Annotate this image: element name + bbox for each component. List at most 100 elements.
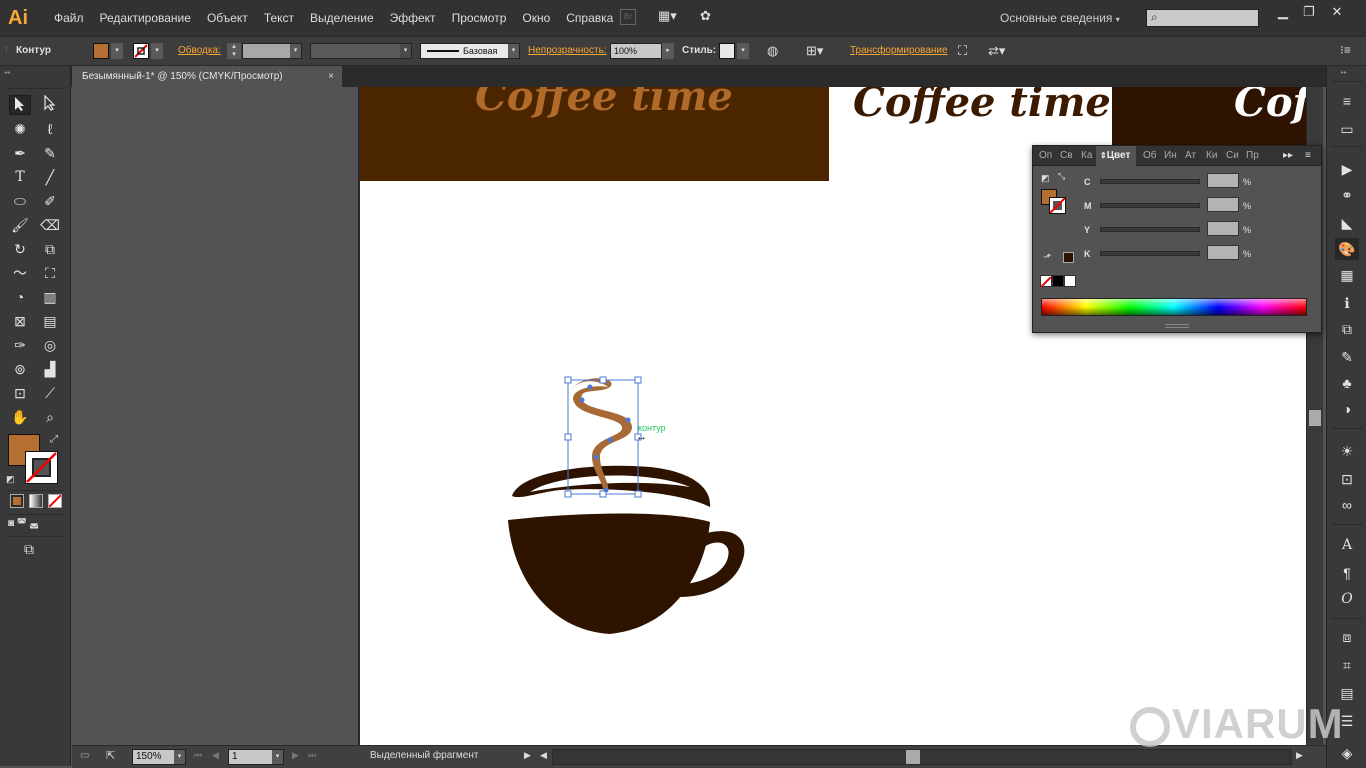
panel-grip-icon[interactable]: ◂◂: [4, 69, 66, 76]
document-tab[interactable]: Безымянный-1* @ 150% (CMYK/Просмотр) ×: [72, 66, 342, 87]
zoom-field[interactable]: 150% ▾: [132, 749, 186, 765]
symbol-sprayer-tool-icon[interactable]: ⊚: [9, 359, 31, 379]
stroke-weight-stepper[interactable]: ▴ ▾: [227, 43, 241, 59]
last-artboard-icon[interactable]: ⏭: [308, 750, 316, 761]
screen-mode-icon[interactable]: ⧉: [24, 541, 34, 558]
maximize-button[interactable]: ❐: [1296, 2, 1322, 22]
workspace-switcher[interactable]: Основные сведения ▾: [1000, 0, 1120, 36]
menu-edit[interactable]: Редактирование: [92, 0, 199, 36]
channel-k-input[interactable]: [1207, 245, 1239, 260]
scroll-left-arrow[interactable]: ◀: [540, 750, 547, 761]
next-artboard-icon[interactable]: ▶: [292, 750, 299, 761]
tab-brushes[interactable]: Ки: [1206, 146, 1217, 166]
banner-dark-brown[interactable]: Coffee time: [360, 87, 829, 181]
column-graph-tool-icon[interactable]: ▟: [39, 359, 61, 379]
opacity-panel-link[interactable]: Непрозрачность:: [528, 45, 607, 56]
menu-effect[interactable]: Эффект: [382, 0, 444, 36]
menu-object[interactable]: Объект: [199, 0, 256, 36]
graphic-styles-icon[interactable]: ◑: [1335, 398, 1359, 420]
recolor-artwork-icon[interactable]: ◍: [767, 43, 778, 59]
tab-info[interactable]: Ин: [1164, 146, 1177, 166]
brushes-panel-icon[interactable]: ✎: [1335, 346, 1359, 368]
eyedropper-tool-icon[interactable]: ✑: [9, 335, 31, 355]
swap-icon[interactable]: ⤡: [1058, 171, 1065, 182]
free-transform-tool-icon[interactable]: ⛶: [39, 263, 61, 283]
style-dropdown-arrow[interactable]: ▾: [737, 43, 749, 59]
tab-attributes[interactable]: Ат: [1185, 146, 1196, 166]
default-colors-icon[interactable]: ◩: [6, 474, 15, 485]
menu-select[interactable]: Выделение: [302, 0, 382, 36]
isolate-icon[interactable]: ⛶: [958, 43, 967, 59]
white-swatch[interactable]: [1064, 275, 1076, 287]
horizontal-scrollbar[interactable]: [552, 749, 1292, 765]
perspective-grid-tool-icon[interactable]: ▥: [39, 287, 61, 307]
menu-file[interactable]: Файл: [46, 0, 92, 36]
transform-panel-icon[interactable]: ⊡: [1335, 468, 1359, 490]
document-info-icon[interactable]: ℹ: [1335, 292, 1359, 314]
shaper-tool-icon[interactable]: ✐: [39, 191, 61, 211]
tab-transparency[interactable]: Пр: [1246, 146, 1259, 166]
vertical-scroll-thumb[interactable]: [1309, 410, 1321, 426]
eraser-tool-icon[interactable]: ⌫: [39, 215, 61, 235]
horizontal-scroll-thumb[interactable]: [906, 750, 920, 764]
appearance-panel-icon[interactable]: ☀: [1335, 440, 1359, 462]
color-spectrum-ramp[interactable]: [1041, 298, 1307, 316]
links-panel-icon[interactable]: ⚭: [1335, 184, 1359, 206]
opacity-field[interactable]: 100%: [610, 43, 662, 59]
tab-swatches[interactable]: Ка: [1081, 146, 1092, 166]
share-icon[interactable]: ▭: [80, 750, 89, 761]
out-of-gamut-icon[interactable]: ⬏: [1043, 252, 1051, 263]
gradient-mode-icon[interactable]: [29, 494, 43, 508]
gradient-panel-icon[interactable]: ▭: [1335, 118, 1359, 140]
channel-k-slider[interactable]: [1100, 251, 1200, 256]
channel-m-slider[interactable]: [1100, 203, 1200, 208]
paragraph-panel-icon[interactable]: ¶: [1335, 562, 1359, 584]
magic-wand-tool-icon[interactable]: ✺: [9, 119, 31, 139]
prev-artboard-icon[interactable]: ◀: [212, 750, 219, 761]
none-swatch[interactable]: [1040, 275, 1052, 288]
align-panel-icon[interactable]: ⌗: [1335, 654, 1359, 676]
stroke-swatch[interactable]: [133, 43, 149, 59]
tab-symbols[interactable]: Си: [1226, 146, 1239, 166]
tab-opacity[interactable]: Оп: [1039, 146, 1052, 166]
tab-appearance[interactable]: Об: [1143, 146, 1157, 166]
opentype-panel-icon[interactable]: O: [1335, 588, 1359, 610]
zoom-tool-icon[interactable]: ⌕: [39, 407, 61, 427]
type-tool-icon[interactable]: T: [9, 167, 31, 187]
channel-c-slider[interactable]: [1100, 179, 1200, 184]
menu-view[interactable]: Просмотр: [444, 0, 515, 36]
first-artboard-icon[interactable]: ⏮: [194, 750, 202, 761]
line-tool-icon[interactable]: ╱: [39, 167, 61, 187]
scroll-right-arrow[interactable]: ▶: [1296, 750, 1303, 761]
stroke-panel-link[interactable]: Обводка:: [178, 45, 221, 56]
expand-panel-icon[interactable]: ▸▸: [1283, 146, 1293, 166]
stroke-color-box[interactable]: [25, 451, 58, 484]
banner-white[interactable]: Coffee time: [829, 87, 1112, 137]
pen-tool-icon[interactable]: ✒: [9, 143, 31, 163]
artboard-number-field[interactable]: 1 ▾: [228, 749, 284, 765]
panel-resize-grip[interactable]: [1165, 324, 1189, 328]
gradient-tool-icon[interactable]: ▤: [39, 311, 61, 331]
help-search-input[interactable]: ⌕: [1146, 9, 1259, 27]
symbols-panel-icon[interactable]: ♣: [1335, 372, 1359, 394]
drawing-modes-icon[interactable]: ◙ ◚ ◛: [8, 518, 64, 532]
transform-panel-link[interactable]: Трансформирование: [850, 45, 948, 56]
lasso-tool-icon[interactable]: ℓ: [39, 119, 61, 139]
artboards-panel-icon[interactable]: ⧉: [1335, 318, 1359, 340]
character-panel-icon[interactable]: A: [1335, 534, 1359, 556]
paintbrush-tool-icon[interactable]: 🖌: [9, 215, 31, 235]
artboard-tool-icon[interactable]: ⊡: [9, 383, 31, 403]
swap-fill-stroke-icon[interactable]: ⤢: [50, 434, 58, 445]
fill-dropdown-arrow[interactable]: ▾: [111, 43, 123, 59]
status-menu-arrow[interactable]: ▶: [524, 750, 531, 761]
panel-menu-icon[interactable]: ≡: [1305, 146, 1311, 166]
arrange-documents-icon[interactable]: ▦▾: [658, 8, 684, 26]
direct-selection-tool-icon[interactable]: [39, 94, 61, 115]
slice-tool-icon[interactable]: ⟋: [39, 383, 61, 403]
bridge-icon[interactable]: Br: [620, 9, 636, 25]
none-mode-icon[interactable]: [48, 494, 62, 508]
panel-stroke-swatch[interactable]: [1049, 197, 1066, 214]
warp-tool-icon[interactable]: 〜: [9, 263, 31, 283]
last-color-swatch[interactable]: [1063, 252, 1074, 263]
cc-libraries-icon[interactable]: ∞: [1335, 494, 1359, 516]
